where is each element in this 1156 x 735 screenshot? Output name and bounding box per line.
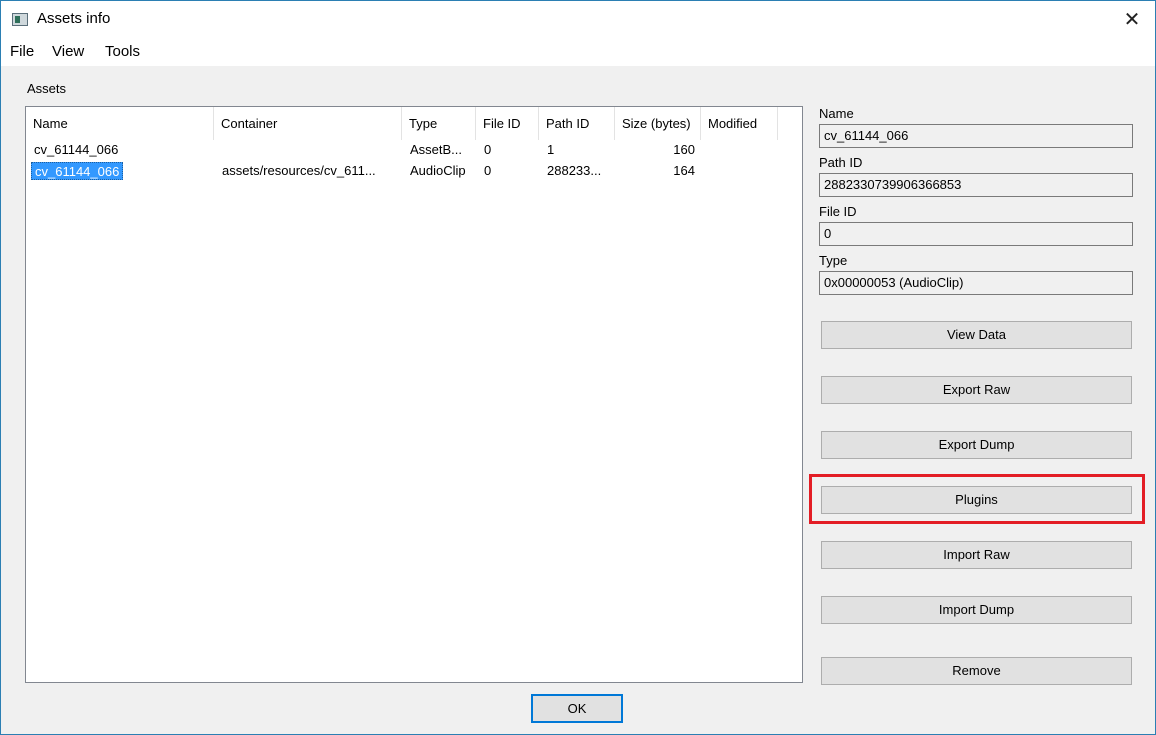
- column-header-modified[interactable]: Modified: [701, 107, 778, 140]
- import-dump-button[interactable]: Import Dump: [821, 596, 1132, 624]
- path-id-label: Path ID: [819, 155, 863, 170]
- file-id-label: File ID: [819, 204, 857, 219]
- cell-name: cv_61144_066: [34, 142, 119, 157]
- column-header-path-id[interactable]: Path ID: [539, 107, 615, 140]
- menu-view[interactable]: View: [52, 43, 84, 60]
- file-id-field[interactable]: 0: [819, 222, 1133, 246]
- cell-path-id: 1: [547, 142, 555, 157]
- column-header-container[interactable]: Container: [214, 107, 402, 140]
- menu-bar: File View Tools: [1, 38, 1155, 66]
- path-id-field[interactable]: 2882330739906366853: [819, 173, 1133, 197]
- type-label: Type: [819, 253, 848, 268]
- name-field[interactable]: cv_61144_066: [819, 124, 1133, 148]
- import-raw-button[interactable]: Import Raw: [821, 541, 1132, 569]
- cell-size: 164: [673, 163, 695, 178]
- app-icon: [12, 13, 28, 26]
- title-bar: Assets info ✕: [1, 1, 1155, 38]
- name-label: Name: [819, 106, 854, 121]
- export-raw-button[interactable]: Export Raw: [821, 376, 1132, 404]
- cell-path-id: 288233...: [547, 163, 602, 178]
- table-row[interactable]: cv_61144_066 AssetB... 0 1 160: [26, 140, 802, 161]
- table-row-selected[interactable]: cv_61144_066 assets/resources/cv_611... …: [26, 161, 802, 182]
- column-header-name[interactable]: Name: [26, 107, 214, 140]
- cell-type: AudioClip: [410, 163, 466, 178]
- ok-button[interactable]: OK: [531, 694, 623, 723]
- column-header-type[interactable]: Type: [402, 107, 476, 140]
- plugins-button[interactable]: Plugins: [821, 486, 1132, 514]
- cell-name: cv_61144_066: [31, 162, 124, 180]
- assets-group-label: Assets: [27, 81, 67, 96]
- view-data-button[interactable]: View Data: [821, 321, 1132, 349]
- cell-file-id: 0: [484, 142, 492, 157]
- export-dump-button[interactable]: Export Dump: [821, 431, 1132, 459]
- window-title: Assets info: [37, 10, 111, 27]
- assets-table[interactable]: Name Container Type File ID Path ID Size…: [25, 106, 803, 683]
- cell-size: 160: [673, 142, 695, 157]
- cell-file-id: 0: [484, 163, 492, 178]
- cell-type: AssetB...: [410, 142, 463, 157]
- cell-container: assets/resources/cv_611...: [222, 163, 376, 178]
- close-icon[interactable]: ✕: [1119, 7, 1145, 33]
- column-header-size[interactable]: Size (bytes): [615, 107, 701, 140]
- remove-button[interactable]: Remove: [821, 657, 1132, 685]
- menu-tools[interactable]: Tools: [105, 43, 140, 60]
- column-header-file-id[interactable]: File ID: [476, 107, 539, 140]
- cell-container: [222, 141, 398, 159]
- type-field[interactable]: 0x00000053 (AudioClip): [819, 271, 1133, 295]
- menu-file[interactable]: File: [10, 43, 34, 60]
